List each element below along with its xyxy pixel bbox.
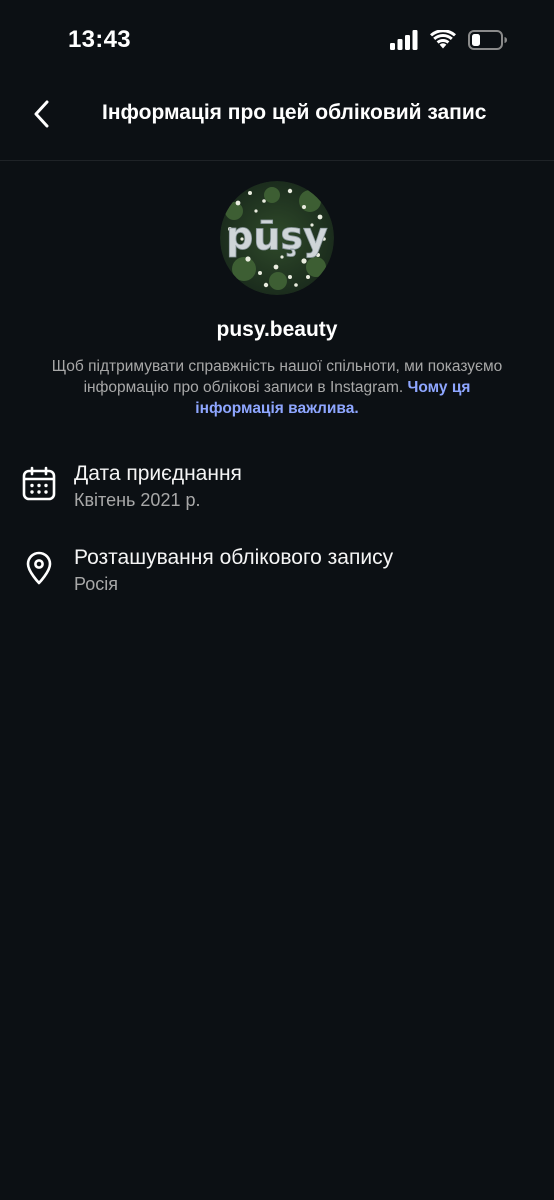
account-location-value: Росія [74, 574, 118, 594]
username: pusy.beauty [216, 318, 338, 341]
avatar-logo-text: pūşy [226, 214, 328, 258]
signal-icon [390, 29, 418, 55]
date-joined-row: Дата приєднання Квітень 2021 р. [0, 462, 554, 522]
avatar[interactable]: pūşy [220, 181, 334, 295]
location-pin-icon [21, 550, 57, 586]
status-icons [390, 28, 508, 55]
date-joined-title: Дата приєднання [74, 462, 242, 485]
battery-icon [468, 29, 508, 55]
chevron-left-icon [32, 99, 52, 134]
account-location-title: Розташування облікового запису [74, 546, 394, 569]
page-title: Інформація про цей обліковий запис [102, 101, 487, 124]
status-time: 13:43 [68, 26, 131, 53]
date-joined-value: Квітень 2021 р. [74, 490, 201, 510]
wifi-icon [430, 28, 456, 55]
header: Інформація про цей обліковий запис [0, 84, 554, 161]
account-info-description: Щоб підтримувати справжність нашої спіль… [40, 356, 514, 419]
calendar-icon [21, 466, 57, 502]
status-bar: 13:43 [0, 0, 554, 84]
back-button[interactable] [22, 96, 62, 136]
account-location-row: Розташування облікового запису Росія [0, 546, 554, 606]
